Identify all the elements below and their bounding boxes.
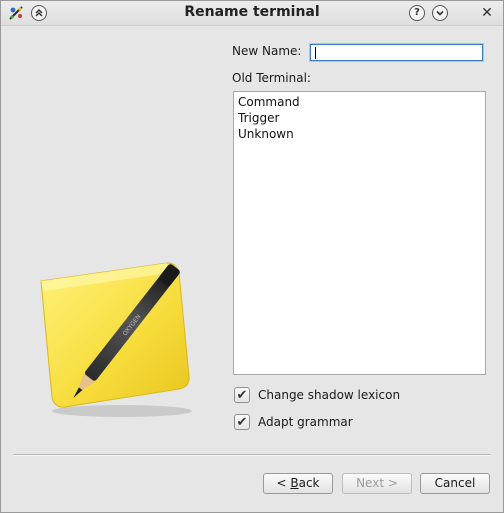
next-button[interactable]: Next > (342, 473, 412, 494)
old-terminal-label: Old Terminal: (232, 71, 311, 85)
old-terminal-list[interactable]: Command Trigger Unknown (233, 91, 486, 375)
change-shadow-lexicon-option[interactable]: ✔ Change shadow lexicon (234, 386, 400, 404)
change-shadow-lexicon-checkbox[interactable]: ✔ (234, 387, 250, 403)
minimize-button[interactable] (432, 5, 448, 21)
text-caret (315, 47, 316, 59)
button-separator (13, 454, 491, 456)
adapt-grammar-label: Adapt grammar (258, 415, 353, 429)
back-button-rest: ack (298, 476, 320, 490)
adapt-grammar-checkbox[interactable]: ✔ (234, 414, 250, 430)
help-button[interactable]: ? (409, 5, 425, 21)
back-button-prefix: < (276, 476, 291, 490)
list-item[interactable]: Trigger (234, 110, 485, 126)
close-button[interactable]: ✕ (479, 5, 495, 21)
new-name-input[interactable] (310, 44, 483, 61)
back-button-mnemonic: B (290, 476, 299, 490)
new-name-label: New Name: (232, 44, 302, 58)
adapt-grammar-option[interactable]: ✔ Adapt grammar (234, 413, 353, 431)
list-item[interactable]: Unknown (234, 126, 485, 142)
list-item[interactable]: Command (234, 94, 485, 110)
back-button[interactable]: < Back (263, 473, 333, 494)
rename-terminal-dialog: Rename terminal ? ✕ OXYGEN New Name: Old… (0, 0, 504, 513)
sticky-note-pen-icon: OXYGEN (27, 251, 207, 426)
cancel-button[interactable]: Cancel (420, 473, 490, 494)
change-shadow-lexicon-label: Change shadow lexicon (258, 388, 401, 402)
window-title: Rename terminal (184, 4, 320, 20)
title-bar[interactable]: Rename terminal ? ✕ (1, 1, 503, 26)
